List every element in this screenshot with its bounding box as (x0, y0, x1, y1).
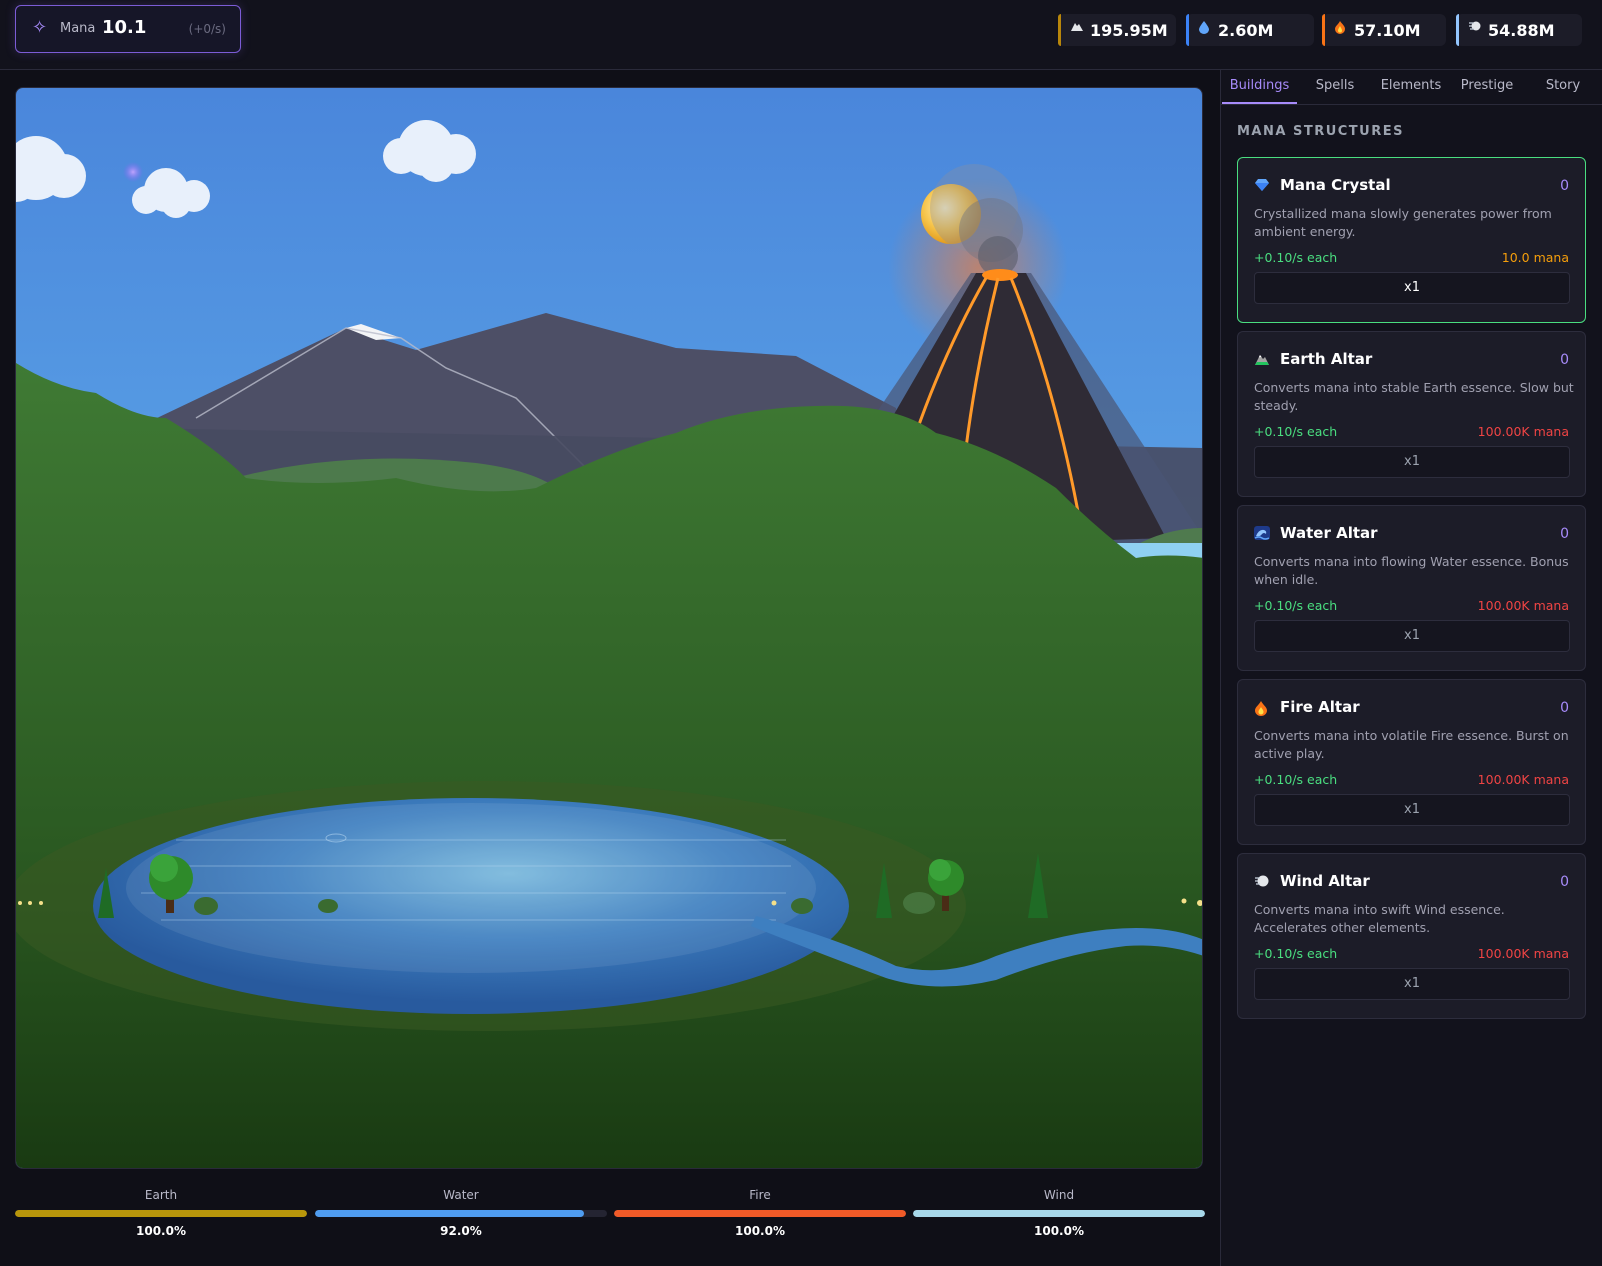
tab-buildings[interactable]: Buildings (1222, 78, 1297, 93)
building-cost: 10.0 mana (1501, 250, 1569, 265)
sidebar: Buildings Spells Elements Prestige Story… (1220, 70, 1602, 1266)
building-cost: 100.00K mana (1477, 424, 1569, 439)
building-card-fire-altar[interactable]: Fire Altar 0 Converts mana into volatile… (1237, 679, 1586, 845)
tab-bar: Buildings Spells Elements Prestige Story (1221, 70, 1602, 105)
flame-icon (1254, 700, 1268, 720)
buy-button[interactable]: x1 (1254, 968, 1570, 1000)
meter-label: Fire (749, 1188, 771, 1202)
building-description: Crystallized mana slowly generates power… (1254, 206, 1552, 239)
resource-wind-value: 54.88M (1488, 21, 1555, 40)
section-title: MANA STRUCTURES (1237, 124, 1404, 139)
mana-label: Mana (60, 21, 96, 36)
building-name: Mana Crystal (1280, 176, 1391, 194)
building-rate: +0.10/s each (1254, 598, 1338, 613)
meter-percent: 100.0% (136, 1224, 186, 1238)
building-name: Water Altar (1280, 524, 1378, 542)
meter-label: Water (443, 1188, 479, 1202)
mountain-icon (1070, 20, 1084, 36)
active-tab-indicator (1222, 102, 1297, 104)
mana-value: 10.1 (102, 17, 147, 38)
buy-button[interactable]: x1 (1254, 620, 1570, 652)
droplet-icon (1198, 20, 1210, 38)
world-scene[interactable]: ⬡ (15, 87, 1203, 1169)
resource-fire: 57.10M (1322, 14, 1446, 46)
mana-rate: (+0/s) (188, 22, 226, 36)
meter-label: Earth (144, 1188, 178, 1202)
buy-button[interactable]: x1 (1254, 794, 1570, 826)
building-card-mana-crystal[interactable]: Mana Crystal 0 Crystallized mana slowly … (1237, 157, 1586, 323)
building-cost: 100.00K mana (1477, 598, 1569, 613)
meter-wind: Wind 100.0% (913, 1188, 1205, 1238)
building-rate: +0.10/s each (1254, 250, 1338, 265)
building-cost: 100.00K mana (1477, 772, 1569, 787)
landscape-illustration (16, 88, 1202, 1168)
buy-button[interactable]: x1 (1254, 272, 1570, 304)
meter-percent: 100.0% (735, 1224, 785, 1238)
building-name: Earth Altar (1280, 350, 1373, 368)
meter-label: Wind (1043, 1188, 1075, 1202)
wind-icon (1254, 874, 1270, 892)
building-count: 0 (1560, 874, 1569, 890)
building-count: 0 (1560, 352, 1569, 368)
tab-prestige[interactable]: Prestige (1449, 78, 1525, 93)
top-bar: ✧ Mana 10.1 (+0/s) 195.95M 2.60M 57.10M … (0, 0, 1602, 70)
building-cost: 100.00K mana (1477, 946, 1569, 961)
mana-counter: ✧ Mana 10.1 (+0/s) (15, 5, 241, 53)
building-description: Converts mana into swift Wind essence. A… (1254, 902, 1505, 935)
building-description: Converts mana into flowing Water essence… (1254, 554, 1569, 587)
mountain-icon (1254, 352, 1270, 370)
meter-fill (614, 1210, 906, 1217)
building-rate: +0.10/s each (1254, 946, 1338, 961)
meter-fire: Fire 100.0% (614, 1188, 906, 1238)
tab-story[interactable]: Story (1525, 78, 1601, 93)
meter-percent: 92.0% (440, 1224, 482, 1238)
resource-fire-value: 57.10M (1354, 21, 1421, 40)
building-rate: +0.10/s each (1254, 772, 1338, 787)
resource-water-value: 2.60M (1218, 21, 1274, 40)
resource-earth-value: 195.95M (1090, 21, 1168, 40)
building-card-wind-altar[interactable]: Wind Altar 0 Converts mana into swift Wi… (1237, 853, 1586, 1019)
flame-icon (1334, 20, 1346, 38)
building-description: Converts mana into volatile Fire essence… (1254, 728, 1569, 761)
tab-spells[interactable]: Spells (1297, 78, 1373, 93)
gem-icon (1254, 178, 1270, 196)
resource-water: 2.60M (1186, 14, 1314, 46)
wind-icon (1468, 20, 1482, 36)
meter-fill (315, 1210, 584, 1217)
building-rate: +0.10/s each (1254, 424, 1338, 439)
building-name: Fire Altar (1280, 698, 1360, 716)
building-name: Wind Altar (1280, 872, 1370, 890)
mana-orb[interactable] (123, 162, 143, 182)
building-count: 0 (1560, 178, 1569, 194)
building-count: 0 (1560, 526, 1569, 542)
building-card-water-altar[interactable]: Water Altar 0 Converts mana into flowing… (1237, 505, 1586, 671)
resource-wind: 54.88M (1456, 14, 1582, 46)
wave-icon (1254, 526, 1270, 544)
building-card-earth-altar[interactable]: Earth Altar 0 Converts mana into stable … (1237, 331, 1586, 497)
meter-fill (913, 1210, 1205, 1217)
building-count: 0 (1560, 700, 1569, 716)
meter-water: Water 92.0% (315, 1188, 607, 1238)
meter-fill (15, 1210, 307, 1217)
tab-elements[interactable]: Elements (1373, 78, 1449, 93)
building-description: Converts mana into stable Earth essence.… (1254, 380, 1574, 413)
meter-earth: Earth 100.0% (15, 1188, 307, 1238)
meter-percent: 100.0% (1034, 1224, 1084, 1238)
resource-earth: 195.95M (1058, 14, 1176, 46)
buy-button[interactable]: x1 (1254, 446, 1570, 478)
sparkle-icon: ✧ (32, 17, 48, 38)
